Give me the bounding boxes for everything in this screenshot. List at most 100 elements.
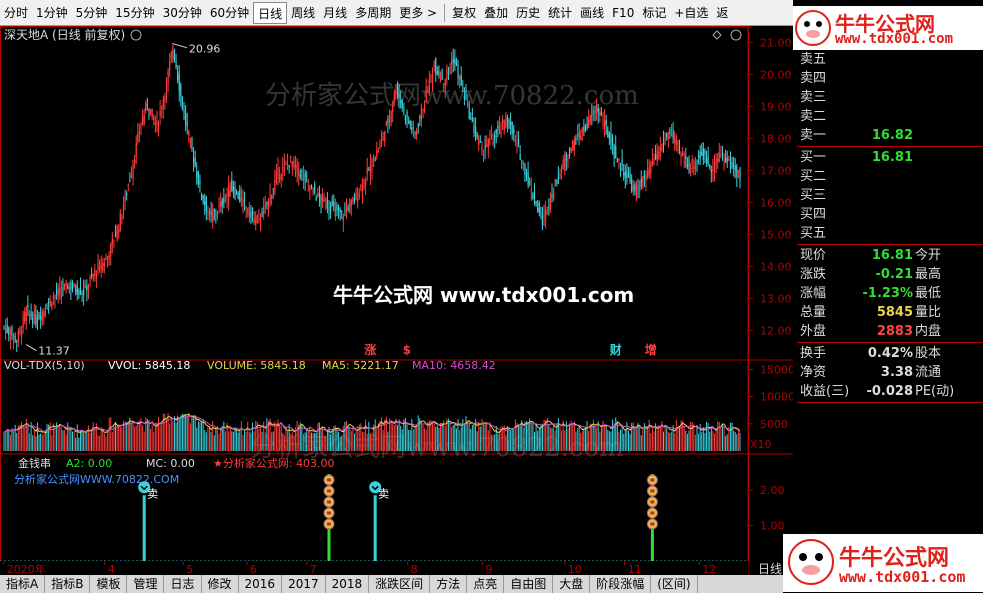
candle-361 (578, 123, 580, 146)
period-tab-5[interactable]: 60分钟 (206, 2, 253, 24)
kline-chart[interactable]: 分析家公式网www.70822.com 12.00 13.00 14.00 15.00… (0, 26, 793, 593)
bottom-tab-15[interactable]: (区间) (651, 575, 698, 593)
candle-247 (396, 81, 399, 99)
candle-285 (457, 59, 459, 86)
bid-row-1: 买二 (797, 167, 983, 186)
candle-213 (342, 213, 344, 232)
candle-242 (388, 109, 391, 130)
candle-84 (137, 122, 139, 145)
quote-divider (797, 402, 983, 403)
candle-426 (682, 146, 684, 157)
period-tab-1[interactable]: 1分钟 (32, 2, 72, 24)
candle-66 (108, 250, 110, 266)
low-pointer (26, 344, 37, 351)
candle-298 (478, 134, 480, 152)
candle-282 (452, 48, 454, 73)
vol-tick-label-2: 15000 (760, 363, 793, 376)
bottom-tab-4[interactable]: 日志 (164, 575, 202, 593)
tool-button-6[interactable]: 标记 (638, 2, 670, 24)
bottom-tab-2[interactable]: 模板 (90, 575, 128, 593)
candle-417 (667, 131, 669, 148)
candle-76 (124, 189, 126, 211)
candle-357 (572, 139, 574, 152)
bottom-tab-10[interactable]: 方法 (430, 575, 468, 593)
candle-329 (527, 161, 529, 189)
tool-button-1[interactable]: 叠加 (480, 2, 512, 24)
candle-420 (672, 122, 674, 144)
bid-row-2: 买三 (797, 186, 983, 205)
tool-button-3[interactable]: 统计 (544, 2, 576, 24)
period-tab-0[interactable]: 分时 (0, 2, 32, 24)
candle-47 (78, 288, 80, 299)
bottom-tab-5[interactable]: 修改 (202, 575, 239, 593)
vol-label: VOL-TDX(5,10) (4, 359, 85, 372)
period-tab-10[interactable]: 更多 > (395, 2, 441, 24)
candle-380 (608, 131, 610, 145)
bottom-tab-7[interactable]: 2017 (282, 575, 326, 593)
period-tab-7[interactable]: 周线 (287, 2, 319, 24)
candle-72 (118, 224, 120, 239)
candle-386 (618, 158, 620, 169)
period-tab-8[interactable]: 月线 (319, 2, 351, 24)
candle-373 (597, 103, 599, 124)
candle-89 (145, 99, 147, 114)
tool-button-2[interactable]: 历史 (512, 2, 544, 24)
stat2-row-2-label: 收益(三) (800, 384, 850, 399)
candle-368 (589, 114, 591, 126)
candle-336 (538, 200, 540, 217)
bottom-tab-3[interactable]: 管理 (127, 575, 165, 593)
tool-button-0[interactable]: 复权 (448, 2, 480, 24)
bottom-tab-1[interactable]: 指标B (45, 575, 91, 593)
bottom-tab-11[interactable]: 点亮 (467, 575, 505, 593)
candle-263 (422, 108, 424, 119)
candle-24 (41, 308, 43, 326)
candle-215 (345, 198, 348, 219)
bottom-tab-8[interactable]: 2018 (326, 575, 370, 593)
candle-137 (221, 197, 223, 214)
candle-316 (506, 114, 509, 133)
candle-287 (460, 66, 462, 86)
candle-225 (361, 178, 364, 204)
candle-460 (736, 163, 738, 188)
candle-166 (267, 198, 270, 217)
candle-154 (248, 202, 250, 223)
period-tab-6[interactable]: 日线 (253, 1, 288, 24)
candle-179 (288, 165, 290, 174)
candle-291 (466, 94, 469, 108)
candle-396 (634, 181, 636, 196)
period-tab-4[interactable]: 30分钟 (159, 2, 206, 24)
candle-56 (92, 273, 94, 282)
candle-193 (310, 184, 313, 190)
chart-canvas[interactable]: 分析家公式网www.70822.com 12.00 13.00 14.00 15.00… (0, 26, 793, 593)
period-tab-3[interactable]: 15分钟 (111, 2, 158, 24)
candle-117 (189, 137, 191, 149)
bottom-tab-13[interactable]: 大盘 (553, 575, 591, 593)
candle-135 (218, 197, 220, 214)
bottom-tab-6[interactable]: 2016 (239, 575, 283, 593)
bottom-tab-14[interactable]: 阶段涨幅 (590, 575, 652, 593)
candle-146 (235, 189, 238, 196)
period-tab-2[interactable]: 5分钟 (72, 2, 112, 24)
candle-77 (126, 190, 128, 201)
tool-button-4[interactable]: 画线 (576, 2, 608, 24)
candle-222 (357, 186, 359, 209)
candle-369 (591, 104, 593, 126)
candle-461 (737, 169, 740, 179)
candle-267 (428, 70, 430, 96)
stat-row-0-label2: 今开 (915, 248, 942, 263)
tool-button-7[interactable]: +自选 (670, 2, 712, 24)
price-tick-label-8: 20.00 (760, 68, 792, 81)
candle-107 (173, 48, 176, 63)
candle-12 (22, 310, 24, 334)
candle-75 (122, 196, 125, 220)
tool-button-5[interactable]: F10 (608, 2, 638, 24)
bottom-tab-0[interactable]: 指标A (0, 575, 46, 593)
candle-9 (17, 328, 19, 348)
bottom-tab-9[interactable]: 涨跌区间 (369, 575, 431, 593)
bid-row-3-label: 买四 (800, 207, 827, 222)
bottom-tab-12[interactable]: 自由图 (504, 575, 554, 593)
candle-29 (49, 295, 51, 308)
candle-457 (731, 156, 733, 170)
period-tab-9[interactable]: 多周期 (351, 2, 395, 24)
tool-button-8[interactable]: 返 (712, 2, 732, 24)
